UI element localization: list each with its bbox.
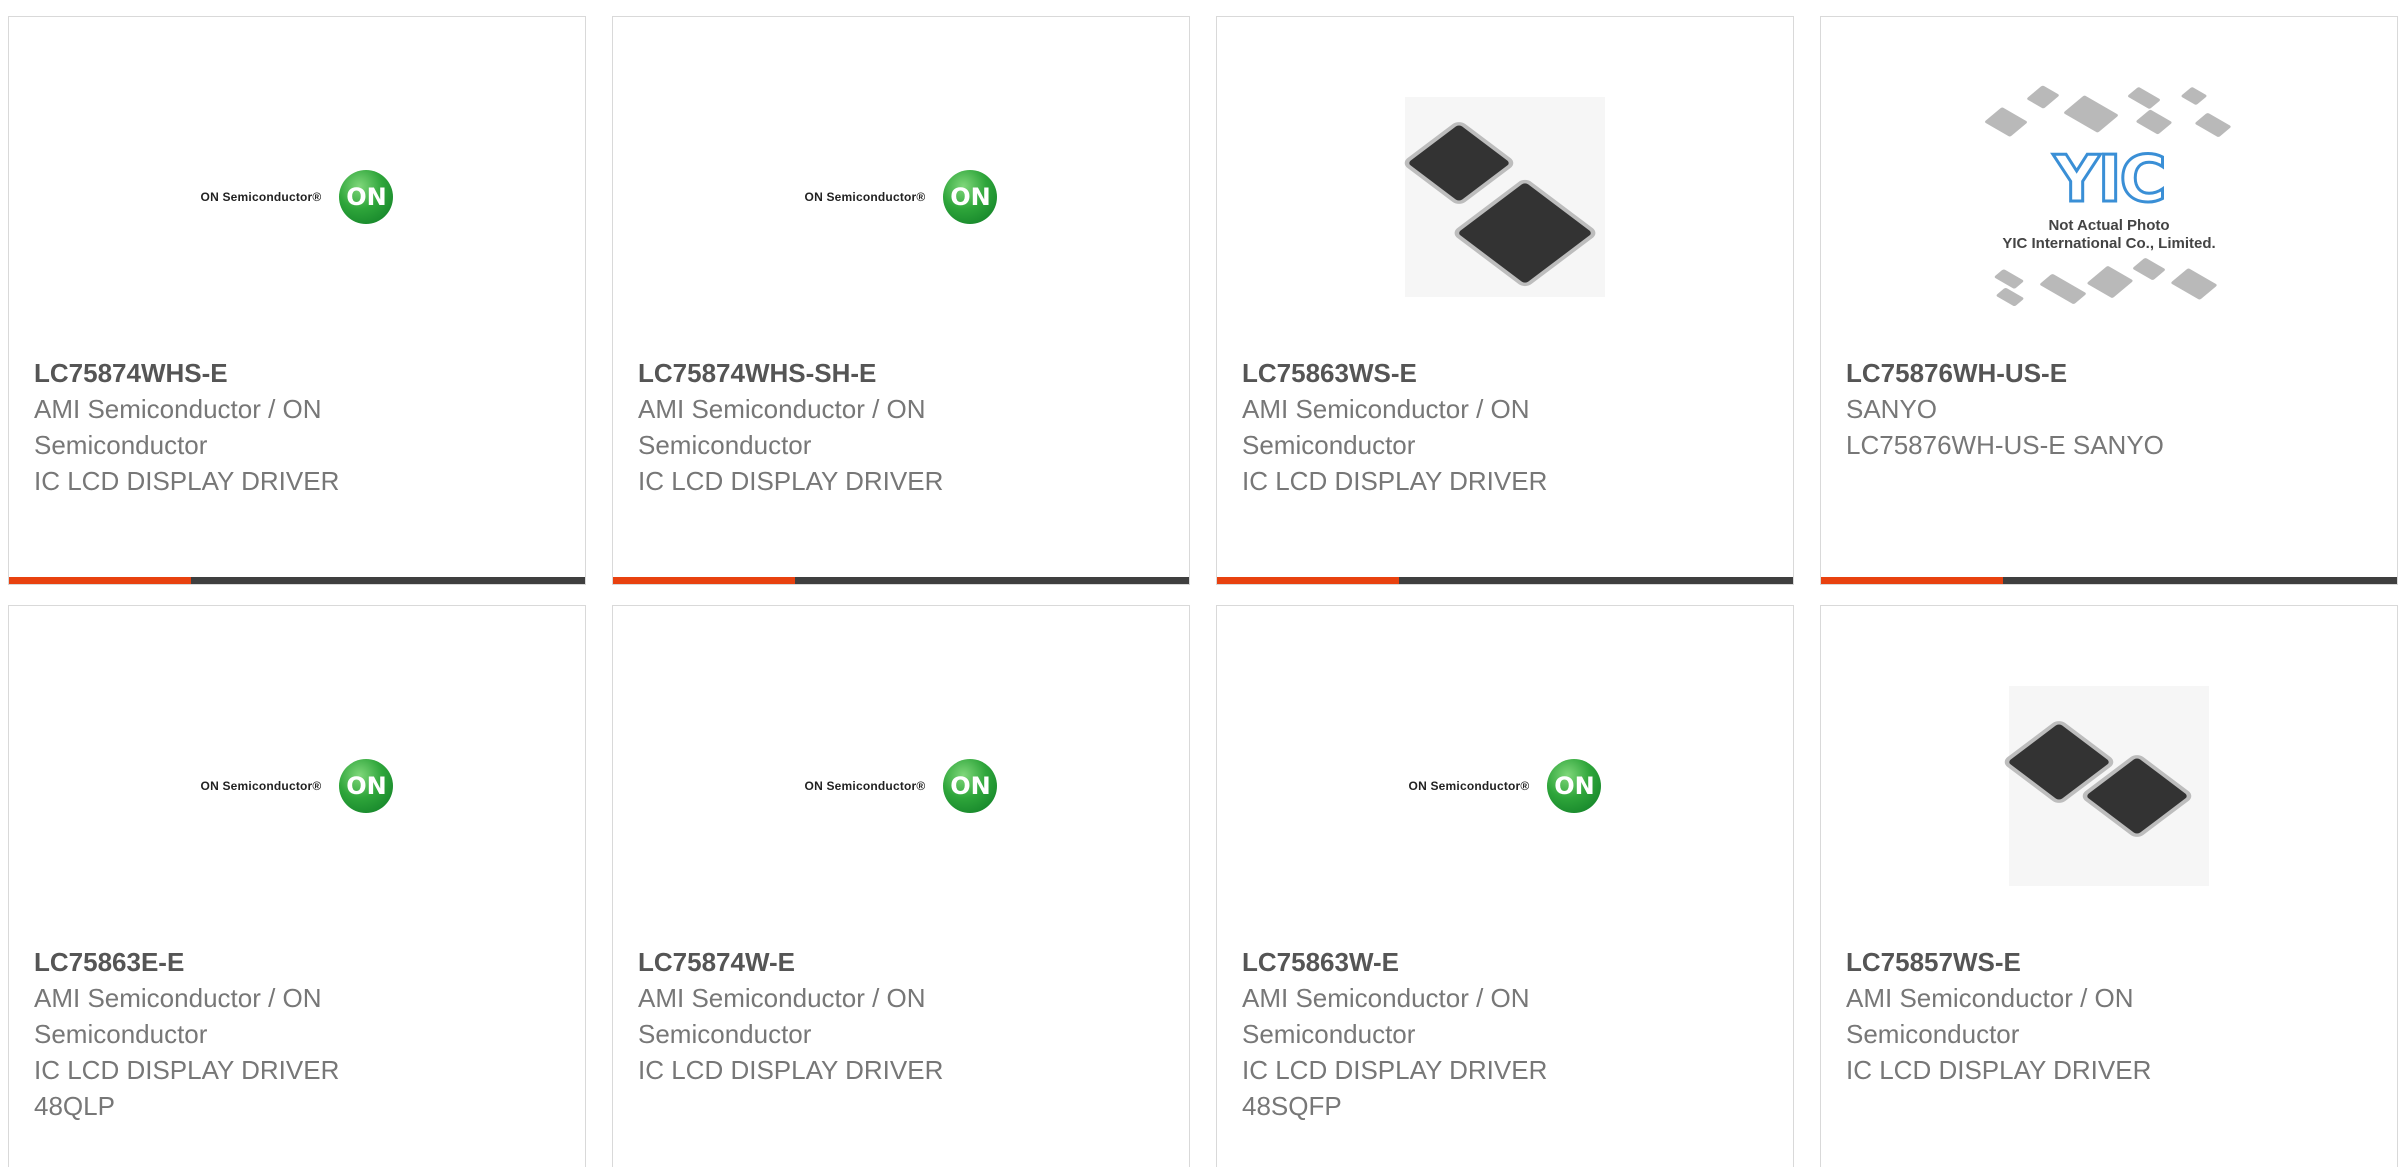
product-image[interactable]: ON Semiconductor® ON [9, 77, 585, 317]
on-semiconductor-logo: ON Semiconductor® ON [201, 170, 394, 224]
manufacturer: AMI Semiconductor / ON [638, 394, 926, 424]
on-badge-icon: ON [943, 170, 998, 224]
product-card[interactable]: ON Semiconductor® ON LC75863E-E AMI Semi… [8, 605, 586, 1167]
manufacturer-cont: Semiconductor [1242, 1019, 1416, 1049]
product-image[interactable] [1821, 666, 2397, 906]
product-card[interactable]: ON Semiconductor® ON LC75874W-E AMI Semi… [612, 605, 1190, 1167]
part-number[interactable]: LC75874WHS-SH-E [638, 355, 1169, 391]
package-icon [2170, 267, 2218, 301]
product-image[interactable]: ON Semiconductor® ON [613, 77, 1189, 317]
manufacturer: AMI Semiconductor / ON [1242, 983, 1530, 1013]
logo-text: ON Semiconductor® [804, 779, 926, 793]
accent-bar [9, 577, 191, 584]
package-icon [2132, 257, 2166, 281]
logo-text: ON Semiconductor® [200, 779, 322, 793]
logo-text: ON Semiconductor® [804, 190, 926, 204]
on-semiconductor-logo: ON Semiconductor® ON [201, 759, 394, 813]
part-number[interactable]: LC75876WH-US-E [1846, 355, 2377, 391]
qfp-chip-photo [2007, 686, 2209, 886]
manufacturer-cont: Semiconductor [1846, 1019, 2020, 1049]
on-badge-icon: ON [1547, 759, 1602, 813]
package-icon [2194, 112, 2232, 138]
accent-bar [1821, 577, 2003, 584]
accent-bar [613, 577, 795, 584]
product-image[interactable]: YIC Not Actual Photo YIC International C… [1821, 77, 2397, 317]
product-grid: ON Semiconductor® ON LC75874WHS-E AMI Se… [0, 0, 2400, 1167]
part-number[interactable]: LC75874W-E [638, 944, 1169, 980]
package-icon [2086, 265, 2134, 299]
logo-text: ON Semiconductor® [200, 190, 322, 204]
manufacturer-cont: Semiconductor [34, 1019, 208, 1049]
chip-icon [1407, 124, 1511, 202]
package-icon [1984, 106, 2028, 138]
description: IC LCD DISPLAY DRIVER [1846, 1055, 2152, 1085]
product-image[interactable] [1217, 77, 1793, 317]
card-bottom-bar [1821, 577, 2397, 584]
description: IC LCD DISPLAY DRIVER [34, 466, 340, 496]
package: 48QLP [34, 1091, 115, 1121]
manufacturer-cont: Semiconductor [638, 430, 812, 460]
part-number[interactable]: LC75863WS-E [1242, 355, 1773, 391]
manufacturer-cont: Semiconductor [638, 1019, 812, 1049]
product-card[interactable]: LC75857WS-E AMI Semiconductor / ON Semic… [1820, 605, 2398, 1167]
product-card[interactable]: ON Semiconductor® ON LC75863W-E AMI Semi… [1216, 605, 1794, 1167]
part-number[interactable]: LC75874WHS-E [34, 355, 565, 391]
description: IC LCD DISPLAY DRIVER [1242, 466, 1548, 496]
manufacturer: AMI Semiconductor / ON [638, 983, 926, 1013]
card-bottom-bar [1217, 577, 1793, 584]
description: IC LCD DISPLAY DRIVER [638, 466, 944, 496]
product-image[interactable]: ON Semiconductor® ON [9, 666, 585, 906]
product-image[interactable]: ON Semiconductor® ON [613, 666, 1189, 906]
chip-icon [1457, 181, 1593, 285]
package-icon [2135, 109, 2173, 135]
package-icon [1993, 268, 2025, 290]
on-badge-icon: ON [339, 759, 394, 813]
package-icon [2039, 273, 2087, 305]
manufacturer: AMI Semiconductor / ON [34, 983, 322, 1013]
package-icon [2063, 95, 2119, 133]
product-card[interactable]: ON Semiconductor® ON LC75874WHS-SH-E AMI… [612, 16, 1190, 585]
package-icon [2026, 85, 2060, 109]
on-badge-icon: ON [943, 759, 998, 813]
card-bottom-bar [9, 577, 585, 584]
manufacturer-cont: Semiconductor [34, 430, 208, 460]
description: IC LCD DISPLAY DRIVER [34, 1055, 340, 1085]
logo-text: ON Semiconductor® [1408, 779, 1530, 793]
manufacturer: AMI Semiconductor / ON [34, 394, 322, 424]
package-icon [1995, 287, 2025, 307]
description: LC75876WH-US-E SANYO [1846, 430, 2164, 460]
package: 48SQFP [1242, 1091, 1342, 1121]
on-semiconductor-logo: ON Semiconductor® ON [805, 170, 998, 224]
on-semiconductor-logo: ON Semiconductor® ON [1409, 759, 1602, 813]
card-bottom-bar [613, 577, 1189, 584]
on-semiconductor-logo: ON Semiconductor® ON [805, 759, 998, 813]
qfp-chip-photo [1405, 97, 1605, 297]
on-badge-icon: ON [339, 170, 394, 224]
product-card[interactable]: YIC Not Actual Photo YIC International C… [1820, 16, 2398, 585]
part-number[interactable]: LC75857WS-E [1846, 944, 2377, 980]
manufacturer: AMI Semiconductor / ON [1846, 983, 2134, 1013]
description: IC LCD DISPLAY DRIVER [638, 1055, 944, 1085]
package-icon [2180, 86, 2208, 106]
manufacturer: AMI Semiconductor / ON [1242, 394, 1530, 424]
package-icon [2127, 86, 2161, 110]
manufacturer-cont: Semiconductor [1242, 430, 1416, 460]
part-number[interactable]: LC75863W-E [1242, 944, 1773, 980]
yic-logo: YIC [2052, 142, 2168, 219]
manufacturer: SANYO [1846, 394, 1938, 424]
product-card[interactable]: LC75863WS-E AMI Semiconductor / ON Semic… [1216, 16, 1794, 585]
accent-bar [1217, 577, 1399, 584]
product-image[interactable]: ON Semiconductor® ON [1217, 666, 1793, 906]
description: IC LCD DISPLAY DRIVER [1242, 1055, 1548, 1085]
product-card[interactable]: ON Semiconductor® ON LC75874WHS-E AMI Se… [8, 16, 586, 585]
part-number[interactable]: LC75863E-E [34, 944, 565, 980]
yic-caption: Not Actual Photo YIC International Co., … [2002, 217, 2216, 252]
yic-placeholder: YIC Not Actual Photo YIC International C… [1969, 77, 2249, 317]
